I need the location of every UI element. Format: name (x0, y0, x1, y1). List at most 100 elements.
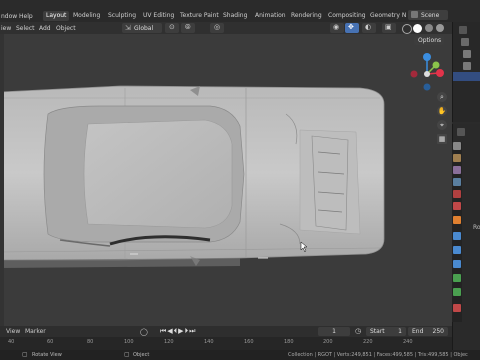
tick-label: 160 (244, 339, 254, 345)
status-middle-text: Object (133, 352, 150, 358)
hand-pan-icon[interactable]: ✋ (437, 106, 447, 116)
world-tab-icon[interactable] (453, 202, 461, 210)
tool-tab-icon[interactable] (453, 142, 461, 150)
tick-label: 100 (124, 339, 134, 345)
3d-viewport[interactable]: ⌕ ✋ ⌖ ▦ Options (0, 34, 452, 326)
proportional-icon: ◎ (214, 23, 221, 31)
roof (83, 119, 233, 229)
outliner-panel[interactable] (452, 22, 480, 122)
menu-object[interactable]: Object (56, 25, 76, 32)
options-dropdown[interactable]: Options (414, 36, 444, 45)
object-tab-icon[interactable] (453, 216, 461, 224)
shading-material-icon[interactable] (425, 24, 433, 32)
end-label: End (412, 328, 424, 335)
constraints-tab-icon[interactable] (453, 274, 461, 282)
menu-window[interactable]: ndow (1, 13, 17, 20)
start-label: Start (370, 328, 385, 335)
gizmo-icon: ✥ (348, 23, 354, 31)
tick-label: 140 (204, 339, 214, 345)
xray-icon: ▣ (385, 23, 392, 31)
mouse-right-icon: ▢ (124, 351, 130, 358)
tab-layout[interactable]: Layout (43, 11, 70, 21)
tab-geometry-nodes[interactable]: Geometry N (367, 11, 409, 21)
collection-icon (461, 38, 469, 46)
proportional-toggle[interactable]: ◎ (210, 23, 224, 33)
object-icon (463, 62, 471, 70)
gizmo-toggle[interactable]: ✥ (345, 23, 359, 33)
eye-icon: ◉ (333, 23, 340, 31)
camera-view-icon[interactable]: ⌖ (437, 120, 447, 130)
orientation-label: Global (134, 25, 154, 32)
grid-toggle-icon[interactable]: ▦ (437, 134, 447, 144)
playback-controls-icon[interactable]: ⏮◀⏴▶⏵⏭ (160, 327, 196, 336)
menu-add[interactable]: Add (39, 25, 51, 32)
menu-select[interactable]: Select (16, 25, 35, 32)
output-tab-icon[interactable] (453, 166, 461, 174)
timeline-header: View Marker ◯ ⏮◀⏴▶⏵⏭ 1 ◷ Start 1 End 250 (0, 326, 452, 337)
viewport-header: iew Select Add Object ⇲ Global ⊙ ⦾ ◎ ◉ ✥… (0, 22, 452, 34)
car-model (0, 85, 385, 268)
scene-icon (411, 11, 418, 18)
end-frame-field[interactable]: End 250 (408, 327, 448, 336)
xray-toggle[interactable]: ▣ (382, 23, 396, 33)
tab-uv-editing[interactable]: UV Editing (140, 11, 177, 21)
orientation-dropdown[interactable]: ⇲ Global (122, 23, 162, 33)
scene-name: Scene (421, 12, 440, 19)
outliner-filter-icon[interactable] (459, 26, 467, 34)
tick-label: 120 (164, 339, 174, 345)
tab-animation[interactable]: Animation (252, 11, 289, 21)
tab-shading[interactable]: Shading (220, 11, 250, 21)
shading-wireframe-icon[interactable] (402, 24, 412, 34)
end-value: 250 (432, 328, 444, 335)
shading-solid-icon[interactable] (413, 24, 422, 33)
view-layer-tab-icon[interactable] (453, 178, 461, 186)
tab-rendering[interactable]: Rendering (288, 11, 325, 21)
menu-help[interactable]: Help (19, 13, 33, 20)
shading-rendered-icon[interactable] (436, 24, 444, 32)
scene-statistics: Collection | RGOT | Verts:249,851 | Face… (288, 352, 468, 358)
menu-view[interactable]: iew (1, 25, 11, 32)
properties-tabs (452, 142, 462, 322)
start-frame-field[interactable]: Start 1 (366, 327, 406, 336)
options-label: Options (418, 37, 442, 44)
tick-label: 40 (8, 339, 15, 345)
pivot-dropdown[interactable]: ⊙ (165, 23, 179, 33)
modifier-tab-icon[interactable] (453, 232, 461, 240)
tick-label: 60 (47, 339, 54, 345)
navigation-gizmo[interactable] (404, 52, 450, 98)
zoom-icon[interactable]: ⌕ (437, 92, 447, 102)
timeline-ruler[interactable]: 40 60 80 100 120 140 160 180 200 220 240 (0, 337, 452, 350)
clock-icon[interactable]: ◷ (355, 327, 361, 335)
tab-compositing[interactable]: Compositing (325, 11, 369, 21)
visibility-dropdown[interactable]: ◉ (330, 23, 344, 33)
scene-tab-icon[interactable] (453, 190, 461, 198)
orientation-icon: ⇲ (125, 24, 131, 32)
outliner-selected-row[interactable] (453, 72, 480, 81)
tab-modeling[interactable]: Modeling (70, 11, 103, 21)
mouse-icon: ▢ (22, 351, 28, 358)
material-tab-icon[interactable] (453, 304, 461, 312)
timeline-menu-marker[interactable]: Marker (25, 328, 46, 335)
particles-tab-icon[interactable] (453, 246, 461, 254)
tick-label: 240 (403, 339, 413, 345)
tick-label: 180 (284, 339, 294, 345)
tab-texture-paint[interactable]: Texture Paint (177, 11, 222, 21)
scene-selector[interactable]: Scene (408, 10, 448, 20)
tab-sculpting[interactable]: Sculpting (105, 11, 139, 21)
physics-tab-icon[interactable] (453, 260, 461, 268)
start-value: 1 (398, 328, 402, 335)
current-frame-field[interactable]: 1 (318, 327, 350, 336)
overlay-toggle[interactable]: ◐ (362, 23, 376, 33)
keyframe-record-icon[interactable]: ◯ (140, 328, 148, 336)
properties-label: Ro (473, 224, 480, 231)
render-tab-icon[interactable] (453, 154, 461, 162)
properties-search-icon[interactable] (457, 128, 465, 136)
timeline-menu-view[interactable]: View (6, 328, 20, 335)
tick-label: 220 (363, 339, 373, 345)
pivot-icon: ⊙ (169, 23, 175, 31)
snap-toggle[interactable]: ⦾ (181, 23, 195, 33)
overlay-icon: ◐ (365, 23, 372, 31)
toolbar-edge (0, 34, 4, 326)
gizmo-axes (410, 53, 444, 91)
data-tab-icon[interactable] (453, 288, 461, 296)
